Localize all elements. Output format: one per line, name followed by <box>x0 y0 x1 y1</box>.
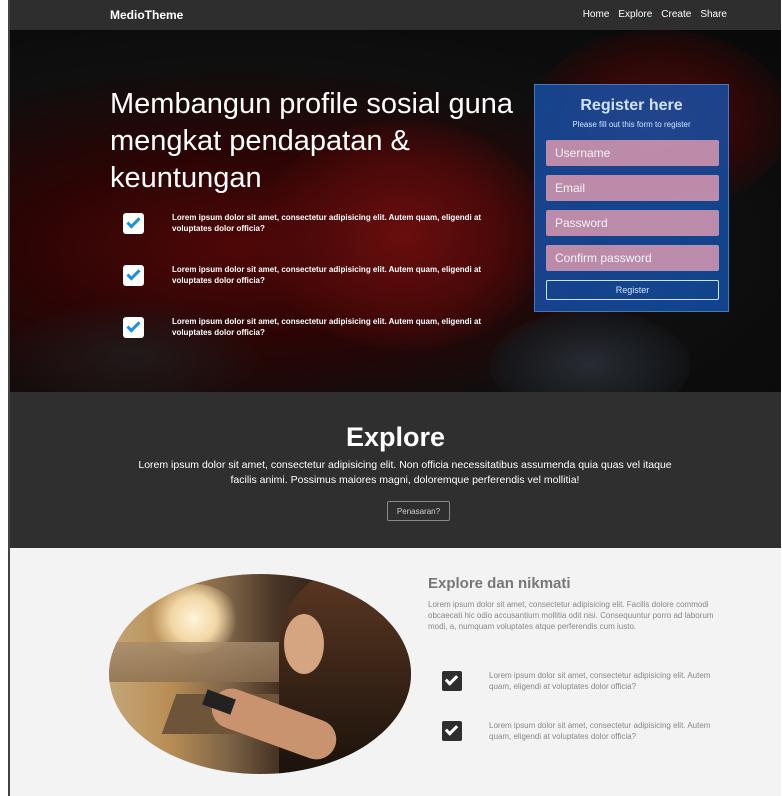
hero-check-item: Lorem ipsum dolor sit amet, consectetur … <box>123 264 523 286</box>
feature-title: Explore dan nikmati <box>428 575 571 592</box>
hero-check-item: Lorem ipsum dolor sit amet, consectetur … <box>123 212 523 234</box>
nav-link-share[interactable]: Share <box>700 9 727 20</box>
checkmark-icon <box>123 316 144 338</box>
hero-check-text: Lorem ipsum dolor sit amet, consectetur … <box>172 317 482 337</box>
register-form: Register here Please fill out this form … <box>534 84 729 312</box>
explore-title: Explore <box>345 422 446 452</box>
hero-title: Membangun profile sosial guna mengkat pe… <box>110 88 514 194</box>
email-input[interactable] <box>546 175 719 201</box>
feature-check-item: Lorem ipsum dolor sit amet, consectetur … <box>442 670 742 692</box>
nav-link-home[interactable]: Home <box>583 9 610 20</box>
feature-check-text: Lorem ipsum dolor sit amet, consectetur … <box>489 671 711 691</box>
feature-text: Lorem ipsum dolor sit amet, consectetur … <box>428 600 714 631</box>
nav-link-explore[interactable]: Explore <box>618 9 652 20</box>
hero-check-text: Lorem ipsum dolor sit amet, consectetur … <box>172 213 482 233</box>
confirm-password-input[interactable] <box>546 245 719 271</box>
explore-section: Explore Lorem ipsum dolor sit amet, cons… <box>10 392 781 548</box>
checkmark-icon <box>123 212 144 234</box>
hero-check-item: Lorem ipsum dolor sit amet, consectetur … <box>123 316 523 338</box>
hero-check-text: Lorem ipsum dolor sit amet, consectetur … <box>172 265 482 285</box>
checkmark-icon <box>442 721 462 741</box>
penasaran-button[interactable]: Penasaran? <box>387 501 450 521</box>
feature-check-text: Lorem ipsum dolor sit amet, consectetur … <box>489 721 711 741</box>
brand-logo-link[interactable]: MedioTheme <box>110 8 183 22</box>
hero-section: Membangun profile sosial guna mengkat pe… <box>10 30 781 392</box>
register-title: Register here <box>580 97 683 114</box>
username-input[interactable] <box>546 140 719 166</box>
window-left-edge <box>0 0 10 796</box>
checkmark-icon <box>442 671 462 691</box>
nav-link-create[interactable]: Create <box>661 9 691 20</box>
explore-text: Lorem ipsum dolor sit amet, consectetur … <box>138 459 672 486</box>
nav-links: Home Explore Create Share <box>583 9 727 20</box>
navbar: MedioTheme Home Explore Create Share <box>10 0 781 30</box>
feature-check-item: Lorem ipsum dolor sit amet, consectetur … <box>442 720 742 742</box>
password-input[interactable] <box>546 210 719 236</box>
register-button[interactable]: Register <box>546 280 719 300</box>
feature-section: Explore dan nikmati Lorem ipsum dolor si… <box>10 548 781 796</box>
register-subtitle: Please fill out this form to register <box>572 120 691 129</box>
checkmark-icon <box>123 264 144 286</box>
feature-photo <box>109 574 411 774</box>
